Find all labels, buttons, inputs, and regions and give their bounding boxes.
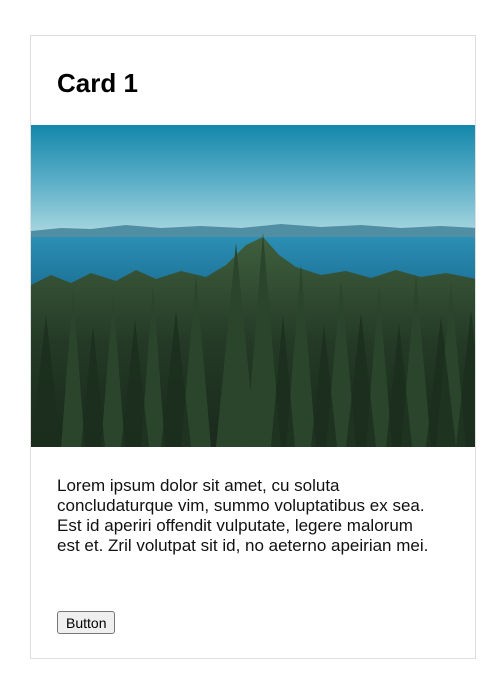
card-text: Lorem ipsum dolor sit amet, cu soluta co… — [57, 476, 429, 555]
card-title: Card 1 — [57, 68, 138, 98]
card-button[interactable]: Button — [57, 611, 116, 634]
card: Card 1 Lorem ipsum dolor sit amet, cu so… — [30, 35, 476, 659]
card-image — [31, 125, 475, 447]
